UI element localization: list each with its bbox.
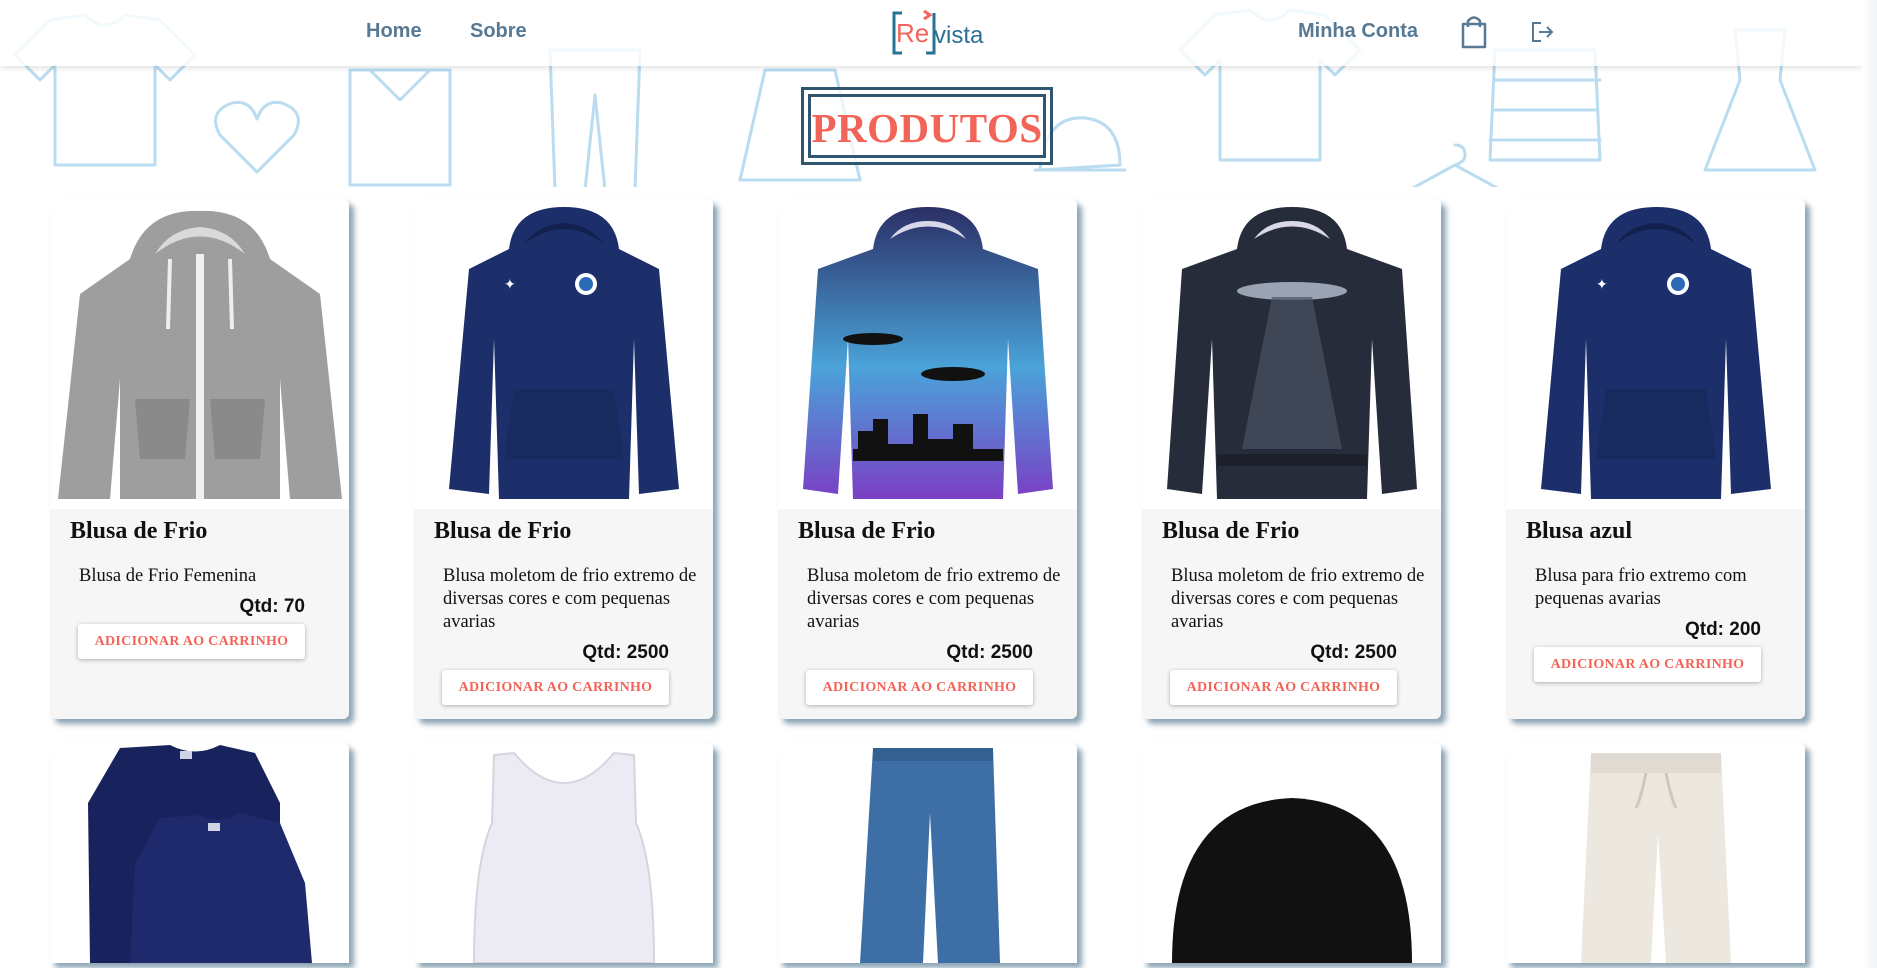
product-name: Blusa de Frio — [70, 518, 208, 544]
product-quantity: Qtd: 2500 — [1310, 642, 1397, 663]
product-description: Blusa para frio extremo com pequenas ava… — [1535, 566, 1747, 609]
product-image-grey-zip-hoodie[interactable] — [50, 199, 349, 509]
logo-text-re: Re — [896, 18, 930, 48]
product-image-blue-hoodie[interactable]: ✦ — [1506, 199, 1805, 509]
product-image-white-tank-top[interactable] — [414, 743, 713, 963]
nav-about-link[interactable]: Sobre — [470, 20, 527, 43]
product-name: Blusa de Frio — [1162, 518, 1300, 544]
add-to-cart-button[interactable]: ADICIONAR AO CARRINHO — [806, 670, 1033, 705]
product-card: ✦ Blusa de Frio Blusa moletom de frio ex… — [414, 199, 713, 719]
product-name: Blusa de Frio — [434, 518, 572, 544]
product-card: Blusa de Frio Blusa moletom de frio extr… — [778, 199, 1077, 719]
add-to-cart-button[interactable]: ADICIONAR AO CARRINHO — [1534, 647, 1761, 682]
product-card — [50, 743, 349, 963]
product-image-navy-long-sleeve-shirts[interactable] — [50, 743, 349, 963]
product-card: Blusa de Frio Blusa de Frio Femenina Qtd… — [50, 199, 349, 719]
product-description: Blusa moletom de frio extremo de diversa… — [807, 566, 1061, 632]
svg-text:✦: ✦ — [1596, 276, 1608, 292]
product-image-ufo-gradient-hoodie[interactable] — [778, 199, 1077, 509]
top-navigation-bar: Home Sobre Re vista Minha Conta — [0, 0, 1862, 66]
product-quantity: Qtd: 2500 — [946, 642, 1033, 663]
product-description: Blusa moletom de frio extremo de diversa… — [1171, 566, 1425, 632]
shirt-doodle-icon — [348, 68, 452, 187]
product-card: Blusa de Frio Blusa moletom de frio extr… — [1142, 199, 1441, 719]
product-card — [414, 743, 713, 963]
product-card — [1506, 743, 1805, 963]
product-image-black-beanie[interactable] — [1142, 743, 1441, 963]
add-to-cart-button[interactable]: ADICIONAR AO CARRINHO — [78, 624, 305, 659]
product-image-blue-jeans[interactable] — [778, 743, 1077, 963]
product-description: Blusa de Frio Femenina — [79, 566, 257, 586]
heart-doodle-icon — [214, 100, 300, 174]
shopping-bag-icon[interactable] — [1460, 15, 1488, 54]
product-quantity: Qtd: 70 — [239, 596, 305, 617]
product-card — [778, 743, 1077, 963]
my-account-link[interactable]: Minha Conta — [1298, 20, 1418, 43]
product-image-cream-sweatpants[interactable] — [1506, 743, 1805, 963]
svg-text:✦: ✦ — [504, 276, 516, 292]
window-right-edge — [1862, 0, 1877, 968]
product-card: ✦ Blusa azul Blusa para frio extremo com… — [1506, 199, 1805, 719]
revista-logo[interactable]: Re vista — [890, 9, 990, 57]
product-description: Blusa moletom de frio extremo de diversa… — [443, 566, 697, 632]
nav-home-link[interactable]: Home — [366, 20, 422, 43]
product-image-dark-ufo-hoodie[interactable] — [1142, 199, 1441, 509]
products-title-frame: PRODUTOS — [801, 87, 1053, 165]
add-to-cart-button[interactable]: ADICIONAR AO CARRINHO — [1170, 670, 1397, 705]
logo-text-vista: vista — [934, 22, 984, 49]
product-card — [1142, 743, 1441, 963]
page-title: PRODUTOS — [811, 105, 1043, 151]
product-name: Blusa de Frio — [798, 518, 936, 544]
hanger-doodle-icon — [1411, 143, 1499, 187]
product-image-navy-hoodie[interactable]: ✦ — [414, 199, 713, 509]
add-to-cart-button[interactable]: ADICIONAR AO CARRINHO — [442, 670, 669, 705]
product-quantity: Qtd: 2500 — [582, 642, 669, 663]
logout-icon[interactable] — [1531, 21, 1555, 48]
product-name: Blusa azul — [1526, 518, 1633, 544]
product-quantity: Qtd: 200 — [1684, 619, 1761, 640]
